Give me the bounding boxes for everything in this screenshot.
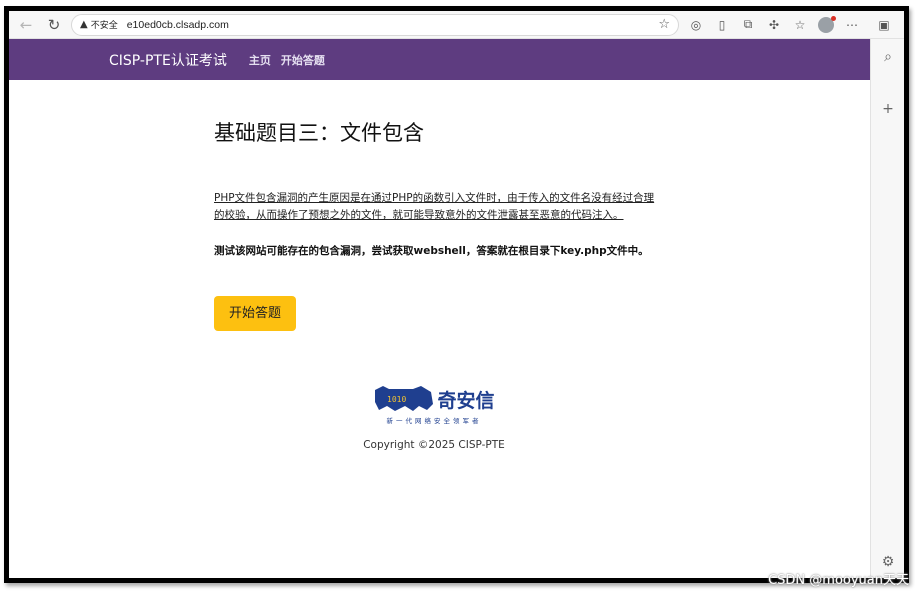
tabs-icon[interactable]: ⧉ — [735, 14, 761, 36]
favorite-star-icon[interactable]: ☆ — [658, 17, 670, 32]
main-content: 基础题目三：文件包含 PHP文件包含漏洞的产生原因是在通过PHP的函数引入文件时… — [214, 117, 664, 331]
copyright-text: Copyright ©2025 CISP-PTE — [363, 439, 505, 451]
reload-icon[interactable]: ↻ — [43, 14, 65, 36]
qianxin-logo: 1010 奇安信 — [349, 379, 519, 419]
page-viewport: CISP-PTE认证考试 主页 开始答题 基础题目三：文件包含 PHP文件包含漏… — [9, 39, 870, 578]
extension-circle-icon[interactable]: ◎ — [683, 14, 709, 36]
site-brand[interactable]: CISP-PTE认证考试 — [109, 50, 227, 70]
edge-sidebar: ⌕ + ⚙ — [870, 39, 904, 578]
search-icon[interactable]: ⌕ — [871, 45, 904, 69]
sidebar-toggle-icon[interactable]: ▣ — [871, 14, 897, 36]
extensions-puzzle-icon[interactable]: ✣ — [761, 14, 787, 36]
start-quiz-button[interactable]: 开始答题 — [214, 296, 296, 331]
site-navbar: CISP-PTE认证考试 主页 开始答题 — [9, 39, 870, 80]
task-paragraph: 测试该网站可能存在的包含漏洞，尝试获取webshell，答案就在根目录下key.… — [214, 245, 649, 257]
page-footer: 1010 奇安信 新一代网络安全领军者 Copyright ©2025 CISP… — [349, 379, 519, 451]
profile-avatar[interactable] — [813, 14, 839, 36]
address-bar[interactable]: ▲ 不安全 e10ed0cb.clsadp.com ☆ — [71, 13, 679, 36]
more-menu-icon[interactable]: ⋯ — [839, 14, 865, 36]
url-text[interactable]: e10ed0cb.clsadp.com — [127, 19, 229, 31]
tiger-logo-icon: 1010 — [375, 386, 434, 411]
add-icon[interactable]: + — [871, 97, 904, 121]
page-title: 基础题目三：文件包含 — [214, 121, 424, 145]
screenshot-frame: ← ↻ ▲ 不安全 e10ed0cb.clsadp.com ☆ ◎ ▯ ⧉ ✣ … — [4, 6, 909, 583]
reader-icon[interactable]: ▯ — [709, 14, 735, 36]
logo-slogan: 新一代网络安全领军者 — [386, 417, 482, 425]
browser-toolbar: ← ↻ ▲ 不安全 e10ed0cb.clsadp.com ☆ ◎ ▯ ⧉ ✣ … — [9, 11, 904, 39]
intro-paragraph: PHP文件包含漏洞的产生原因是在通过PHP的函数引入文件时，由于传入的文件名没有… — [214, 192, 655, 221]
toolbar-icons: ◎ ▯ ⧉ ✣ ☆ ⋯ ▣ — [683, 14, 897, 36]
favorites-icon[interactable]: ☆ — [787, 14, 813, 36]
csdn-watermark: CSDN @mooyuan天天 — [768, 573, 909, 588]
svg-text:1010: 1010 — [387, 395, 406, 404]
nav-link-home[interactable]: 主页 — [249, 52, 271, 68]
back-icon[interactable]: ← — [15, 14, 37, 36]
warning-icon: ▲ — [80, 19, 88, 30]
avatar — [818, 15, 836, 33]
logo-text: 奇安信 — [437, 389, 495, 412]
nav-link-start[interactable]: 开始答题 — [281, 52, 325, 68]
security-label[interactable]: 不安全 — [91, 18, 118, 31]
